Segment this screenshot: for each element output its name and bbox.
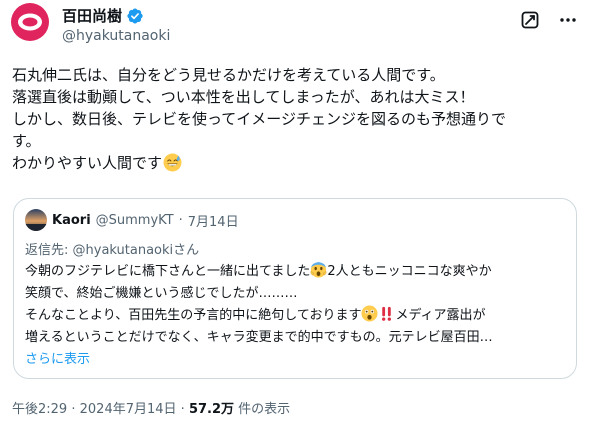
tweet-date[interactable]: 2024年7月14日 [80, 402, 177, 417]
quoted-reply-to: 返信先: @hyakutanaokiさん [25, 239, 199, 258]
reply-suffix: さん [173, 243, 200, 258]
author-avatar[interactable] [10, 2, 50, 42]
reply-prefix: 返信先: [25, 243, 73, 258]
quoted-author-name[interactable]: Kaori [52, 213, 91, 228]
tweet-line: しかし、数日後、テレビを使ってイメージチェンジを図るのも予想通りで [12, 110, 506, 128]
quoted-tweet-body: 今朝のフジテレビに橋下さんと一緒に出てました 2人ともニッコニコな爽やか 笑顔で… [25, 261, 570, 371]
reply-mention-link[interactable]: @hyakutanaoki [73, 243, 174, 258]
quoted-text: メディア露出が [395, 308, 486, 323]
verified-badge-icon [127, 8, 143, 24]
tweet-line-last: わかりやすい人間です [12, 152, 580, 174]
tweet-time[interactable]: 午後2:29 [12, 402, 67, 417]
tweet-line: す。 [12, 132, 41, 150]
author-handle[interactable]: @hyakutanaoki [62, 27, 170, 45]
quoted-tweet-header: Kaori @SummyKT · 7月14日 [25, 209, 239, 231]
author-name-row[interactable]: 百田尚樹 [62, 6, 144, 26]
tweet-footer: 午後2:29 · 2024年7月14日 · 57.2万 件の表示 [12, 398, 290, 417]
quoted-author-avatar[interactable] [25, 209, 47, 231]
double-exclamation-icon [382, 306, 392, 321]
more-dots-icon [560, 18, 576, 22]
more-options-icon[interactable] [556, 8, 580, 32]
quoted-text: 今朝のフジテレビに橋下さんと一緒に出てました [25, 264, 311, 279]
quoted-date[interactable]: 7月14日 [188, 211, 239, 230]
grok-icon[interactable] [518, 8, 542, 32]
quoted-separator: · [178, 212, 183, 228]
author-display-name[interactable]: 百田尚樹 [62, 6, 122, 26]
screaming-face-emoji-icon [310, 261, 327, 278]
show-more-link[interactable]: さらに表示 [25, 349, 570, 371]
quoted-line: 増えるということだけでなく、キャラ変更まで的中ですもの。元テレビ屋百田… [25, 330, 493, 345]
views-count: 57.2万 [188, 402, 235, 417]
footer-separator: · [180, 402, 185, 417]
quoted-author-handle[interactable]: @SummyKT [96, 213, 174, 228]
grok-icon-graphic [521, 11, 539, 29]
tweet-line: わかりやすい人間です [12, 154, 163, 172]
quoted-text: 2人ともニッコニコな爽やか [327, 264, 492, 279]
quoted-text: そんなことより、百田先生の予言的中に絶句しております [25, 308, 362, 323]
author-avatar-image [11, 3, 49, 41]
astonished-face-emoji-icon [361, 305, 378, 322]
quoted-line: 今朝のフジテレビに橋下さんと一緒に出てました 2人ともニッコニコな爽やか [25, 261, 570, 283]
footer-separator: · [71, 402, 76, 417]
tweet-line: 落選直後は動顚して、つい本性を出してしまったが、あれは大ミス！ [12, 88, 475, 106]
tweet-text: 石丸伸二氏は、自分をどう見せるかだけを考えている人間です。 落選直後は動顚して、… [12, 64, 580, 174]
quoted-line: そんなことより、百田先生の予言的中に絶句しております メディア露出が [25, 305, 570, 327]
sweat-smile-emoji-icon [163, 153, 182, 172]
views-label: 件の表示 [234, 402, 291, 417]
quoted-tweet-card[interactable]: Kaori @SummyKT · 7月14日 返信先: @hyakutanaok… [13, 198, 577, 379]
quoted-line: 笑顔で、終始ご機嫌という感じでしたが……… [25, 286, 298, 301]
tweet-line: 石丸伸二氏は、自分をどう見せるかだけを考えている人間です。 [12, 66, 445, 84]
